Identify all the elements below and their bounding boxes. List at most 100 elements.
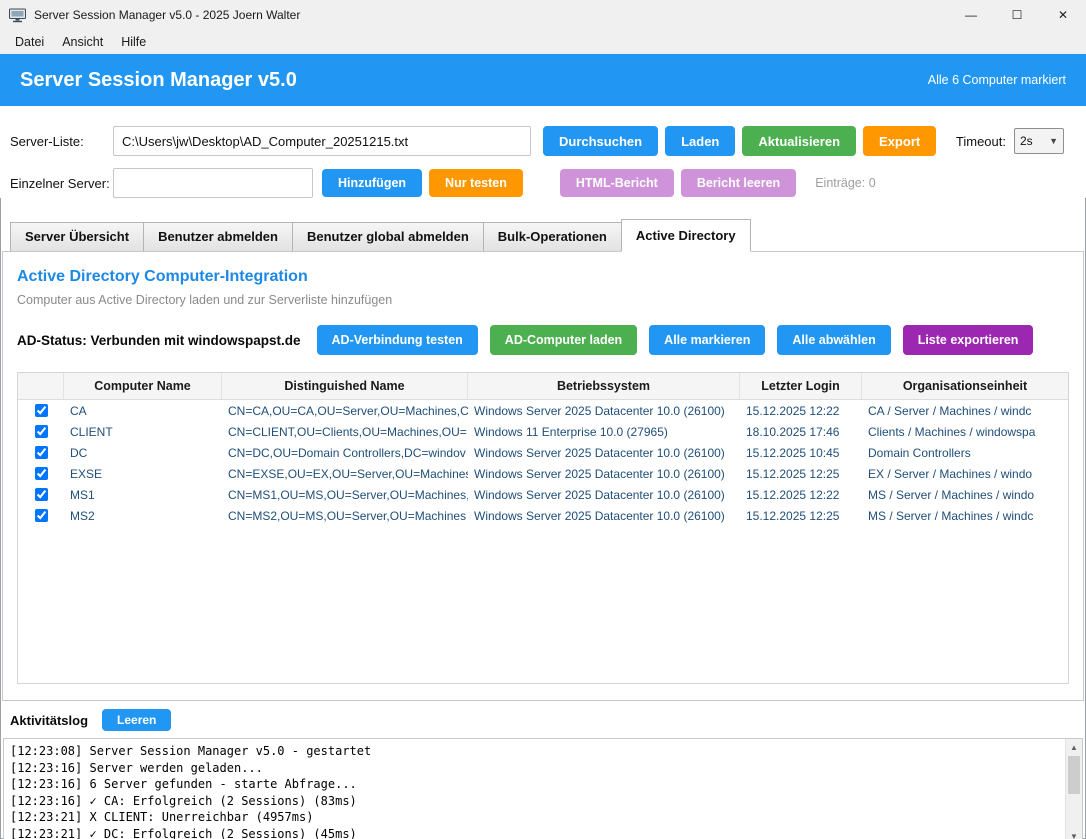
table-row[interactable]: MS2CN=MS2,OU=MS,OU=Server,OU=MachinesWin… (18, 505, 1068, 526)
tab-benutzer-abmelden[interactable]: Benutzer abmelden (143, 222, 293, 252)
timeout-label: Timeout: (956, 134, 1006, 149)
table-row[interactable]: EXSECN=EXSE,OU=EX,OU=Server,OU=MachinesW… (18, 463, 1068, 484)
cell-betriebssystem: Windows Server 2025 Datacenter 10.0 (261… (468, 404, 740, 418)
ad-computer-table: Computer NameDistinguished NameBetriebss… (17, 372, 1069, 684)
tab-bar: Server ÜbersichtBenutzer abmeldenBenutze… (0, 210, 1086, 252)
entries-count: Einträge: 0 (815, 176, 875, 190)
alle-markieren-button[interactable]: Alle markieren (649, 325, 765, 355)
app-header: Server Session Manager v5.0 Alle 6 Compu… (0, 54, 1086, 106)
cell-organisationseinheit: Domain Controllers (862, 446, 1068, 460)
ad-computer-laden-button[interactable]: AD-Computer laden (490, 325, 637, 355)
clear-report-button[interactable]: Bericht leeren (681, 169, 796, 197)
scroll-down-icon[interactable]: ▼ (1066, 828, 1082, 839)
tab-bulk-operationen[interactable]: Bulk-Operationen (483, 222, 622, 252)
minimize-icon[interactable]: — (948, 0, 994, 30)
ad-table-head: Computer NameDistinguished NameBetriebss… (18, 373, 1068, 400)
tab-active-directory[interactable]: Active Directory (621, 219, 751, 252)
cell-computer-name: CA (64, 404, 222, 418)
activity-log-label: Aktivitätslog (10, 713, 88, 728)
export-button[interactable]: Export (863, 126, 936, 156)
cell-organisationseinheit: Clients / Machines / windowspa (862, 425, 1068, 439)
cell-computer-name: EXSE (64, 467, 222, 481)
cell-organisationseinheit: CA / Server / Machines / windc (862, 404, 1068, 418)
scroll-thumb[interactable] (1068, 756, 1080, 794)
column-header[interactable]: Betriebssystem (468, 373, 740, 399)
menu-bar: DateiAnsichtHilfe (0, 30, 1086, 54)
cell-distinguished-name: CN=CLIENT,OU=Clients,OU=Machines,OU= (222, 425, 468, 439)
test-only-button[interactable]: Nur testen (429, 169, 523, 197)
cell-organisationseinheit: EX / Server / Machines / windo (862, 467, 1068, 481)
log-header: Aktivitätslog Leeren (0, 701, 1086, 738)
scroll-up-icon[interactable]: ▲ (1066, 739, 1082, 755)
refresh-button[interactable]: Aktualisieren (742, 126, 856, 156)
cell-computer-name: MS2 (64, 509, 222, 523)
row-checkbox[interactable] (35, 467, 48, 480)
log-area-lines: [12:23:08] Server Session Manager v5.0 -… (4, 739, 1082, 839)
column-header[interactable]: Distinguished Name (222, 373, 468, 399)
menu-item-ansicht[interactable]: Ansicht (53, 30, 112, 54)
server-list-row: Server-Liste: Durchsuchen Laden Aktualis… (10, 126, 1076, 156)
menu-item-hilfe[interactable]: Hilfe (112, 30, 155, 54)
cell-computer-name: DC (64, 446, 222, 460)
cell-letzter-login: 15.12.2025 12:22 (740, 404, 862, 418)
form-area: Server-Liste: Durchsuchen Laden Aktualis… (0, 106, 1086, 198)
ad-verbindung-testen-button[interactable]: AD-Verbindung testen (317, 325, 478, 355)
log-scrollbar[interactable]: ▲ ▼ (1065, 739, 1082, 839)
table-row[interactable]: DCCN=DC,OU=Domain Controllers,DC=windovW… (18, 442, 1068, 463)
maximize-icon[interactable]: ☐ (994, 0, 1040, 30)
title-bar: Server Session Manager v5.0 - 2025 Joern… (0, 0, 1086, 30)
close-icon[interactable]: ✕ (1040, 0, 1086, 30)
add-server-button[interactable]: Hinzufügen (322, 169, 422, 197)
activity-log[interactable]: [12:23:08] Server Session Manager v5.0 -… (3, 738, 1083, 839)
page-title: Server Session Manager v5.0 (20, 69, 297, 92)
server-list-label: Server-Liste: (10, 134, 113, 149)
row-checkbox[interactable] (35, 446, 48, 459)
column-header[interactable]: Letzter Login (740, 373, 862, 399)
ad-status-text: AD-Status: Verbunden mit windowspapst.de (17, 333, 301, 348)
column-header[interactable]: Computer Name (64, 373, 222, 399)
scroll-track[interactable] (1066, 755, 1082, 828)
timeout-group: Timeout: 2s ▼ (956, 128, 1076, 154)
load-button[interactable]: Laden (665, 126, 735, 156)
ad-subheading: Computer aus Active Directory laden und … (17, 293, 1069, 307)
table-row[interactable]: CACN=CA,OU=CA,OU=Server,OU=Machines,CWin… (18, 400, 1068, 421)
checkbox-cell (18, 404, 64, 417)
cell-betriebssystem: Windows 11 Enterprise 10.0 (27965) (468, 425, 740, 439)
tab-server-uebersicht[interactable]: Server Übersicht (10, 222, 144, 252)
column-header[interactable]: Organisationseinheit (862, 373, 1068, 399)
menu-item-datei[interactable]: Datei (6, 30, 53, 54)
single-server-row: Einzelner Server: Hinzufügen Nur testen … (10, 168, 1076, 198)
row-checkbox[interactable] (35, 509, 48, 522)
row-checkbox[interactable] (35, 404, 48, 417)
cell-letzter-login: 15.12.2025 10:45 (740, 446, 862, 460)
row-checkbox[interactable] (35, 488, 48, 501)
cell-distinguished-name: CN=EXSE,OU=EX,OU=Server,OU=Machines (222, 467, 468, 481)
active-directory-panel: Active Directory Computer-Integration Co… (2, 251, 1084, 701)
row-checkbox[interactable] (35, 425, 48, 438)
checkbox-cell (18, 446, 64, 459)
checkbox-cell (18, 425, 64, 438)
log-line: [12:23:16] 6 Server gefunden - starte Ab… (10, 776, 1076, 793)
clear-log-button[interactable]: Leeren (102, 709, 171, 731)
cell-distinguished-name: CN=MS1,OU=MS,OU=Server,OU=Machines, (222, 488, 468, 502)
tab-benutzer-global-abmelden[interactable]: Benutzer global abmelden (292, 222, 484, 252)
log-line: [12:23:21] ✓ DC: Erfolgreich (2 Sessions… (10, 826, 1076, 839)
server-list-input[interactable] (113, 126, 531, 156)
app-icon (9, 8, 26, 23)
cell-betriebssystem: Windows Server 2025 Datacenter 10.0 (261… (468, 509, 740, 523)
liste-exportieren-button[interactable]: Liste exportieren (903, 325, 1034, 355)
cell-betriebssystem: Windows Server 2025 Datacenter 10.0 (261… (468, 488, 740, 502)
cell-letzter-login: 15.12.2025 12:25 (740, 467, 862, 481)
cell-computer-name: MS1 (64, 488, 222, 502)
checkbox-cell (18, 488, 64, 501)
browse-button[interactable]: Durchsuchen (543, 126, 658, 156)
window-title: Server Session Manager v5.0 - 2025 Joern… (34, 8, 300, 22)
table-row[interactable]: MS1CN=MS1,OU=MS,OU=Server,OU=Machines,Wi… (18, 484, 1068, 505)
single-server-input[interactable] (113, 168, 313, 198)
alle-abwaehlen-button[interactable]: Alle abwählen (777, 325, 890, 355)
table-row[interactable]: CLIENTCN=CLIENT,OU=Clients,OU=Machines,O… (18, 421, 1068, 442)
log-line: [12:23:08] Server Session Manager v5.0 -… (10, 743, 1076, 760)
html-report-button[interactable]: HTML-Bericht (560, 169, 674, 197)
timeout-select[interactable]: 2s ▼ (1014, 128, 1064, 154)
cell-letzter-login: 15.12.2025 12:22 (740, 488, 862, 502)
